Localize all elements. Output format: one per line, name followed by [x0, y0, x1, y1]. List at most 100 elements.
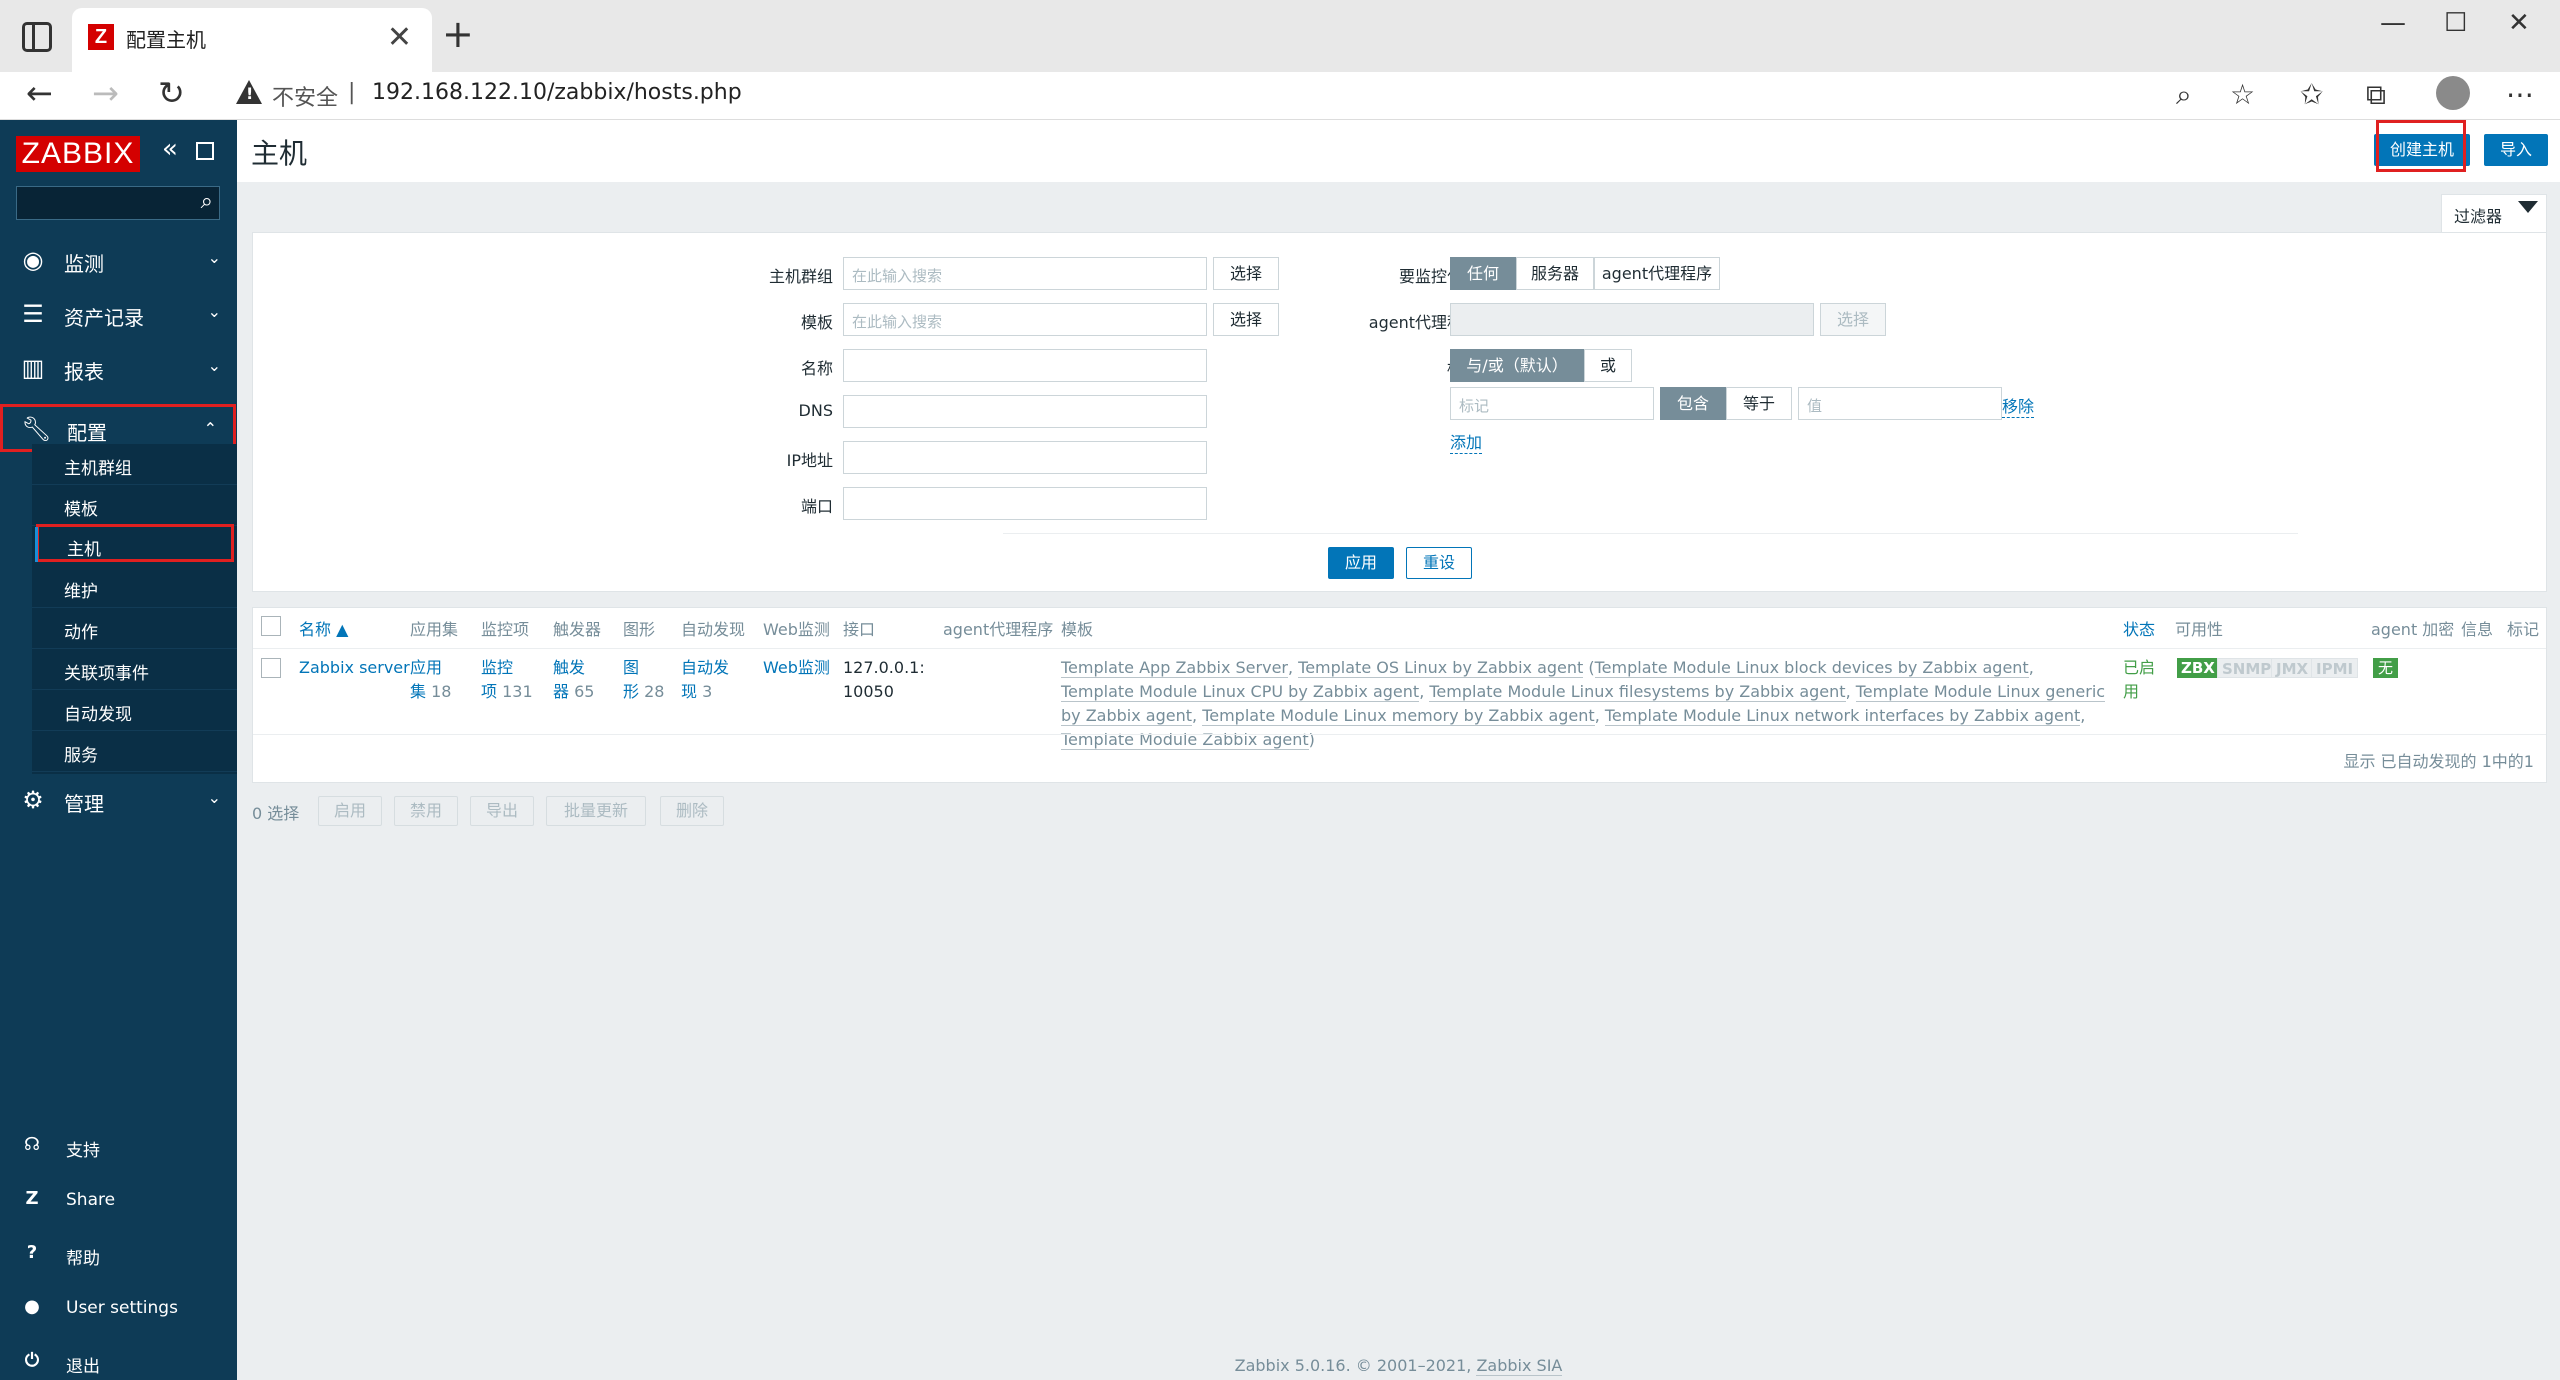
menu-inventory[interactable]: ☰ 资产记录 ⌄	[0, 288, 237, 340]
monitored-by-proxy[interactable]: agent代理程序	[1594, 257, 1720, 290]
back-icon[interactable]: ←	[26, 74, 53, 112]
favorite-add-icon[interactable]: ☆	[2230, 78, 2255, 111]
favorites-icon[interactable]: ✩	[2300, 78, 2323, 111]
graphs-link-text: 图	[623, 658, 640, 677]
menu-user-settings[interactable]: ● User settings	[0, 1282, 237, 1334]
warning-icon[interactable]	[236, 80, 262, 104]
template-link[interactable]: Template Module Linux block devices by Z…	[1594, 658, 2029, 678]
collections-icon[interactable]: ⧉	[2366, 78, 2386, 112]
select-all-checkbox[interactable]	[261, 616, 281, 636]
apply-button[interactable]: 应用	[1328, 547, 1394, 579]
footer-link[interactable]: Zabbix SIA	[1476, 1356, 1563, 1376]
col-items: 监控项	[481, 620, 530, 639]
port-label: 端口	[800, 497, 833, 516]
menu-monitoring[interactable]: ◉ 监测 ⌄	[0, 234, 237, 286]
graphs-link[interactable]: 图 形 28	[623, 656, 664, 704]
tag-value-input[interactable]: 值	[1798, 387, 2002, 420]
discovery-link[interactable]: 自动发 现 3	[681, 656, 729, 704]
submenu-services[interactable]: 服务	[32, 731, 237, 772]
reset-button[interactable]: 重设	[1406, 547, 1472, 579]
col-name[interactable]: 名称 ▲	[299, 616, 348, 640]
zabbix-favicon-icon: Z	[88, 24, 114, 50]
templates-input[interactable]: 在此输入搜索	[843, 303, 1207, 336]
tag-mode-and-or[interactable]: 与/或（默认）	[1450, 349, 1584, 382]
menu-sign-out[interactable]: ⏻ 退出	[0, 1336, 237, 1380]
tag-mode-or[interactable]: 或	[1584, 349, 1632, 382]
tag-remove-link[interactable]: 移除	[2002, 393, 2035, 418]
submenu-actions[interactable]: 动作	[32, 608, 237, 649]
web-link[interactable]: Web监测	[763, 656, 830, 680]
kiosk-mode-icon[interactable]	[196, 142, 214, 160]
applications-link[interactable]: 应用 集 18	[410, 656, 451, 704]
more-icon[interactable]: ⋯	[2506, 78, 2534, 111]
window-close-icon[interactable]: ✕	[2508, 8, 2530, 38]
mass-enable-button: 启用	[318, 796, 382, 826]
template-link[interactable]: Template OS Linux by Zabbix agent	[1298, 658, 1584, 678]
host-groups-label: 主机群组	[768, 267, 833, 286]
window-minimize-icon[interactable]: —	[2380, 8, 2406, 38]
collapse-sidebar-icon[interactable]: «	[162, 134, 178, 164]
template-link[interactable]: Template Module Linux memory by Zabbix a…	[1202, 706, 1595, 726]
template-link[interactable]: Template Module Linux CPU by Zabbix agen…	[1061, 682, 1420, 702]
browser-tabbar: Z 配置主机 ✕ + — ☐ ✕	[0, 0, 2560, 72]
menu-label: 管理	[64, 792, 104, 816]
submenu-discovery[interactable]: 自动发现	[32, 690, 237, 731]
menu-label: 监测	[64, 252, 104, 276]
browser-tab-active[interactable]: Z 配置主机 ✕	[72, 8, 432, 72]
template-link[interactable]: Template Module Linux filesystems by Zab…	[1429, 682, 1846, 702]
menu-help[interactable]: ? 帮助	[0, 1228, 237, 1280]
search-icon[interactable]: ⌕	[201, 189, 213, 214]
monitored-by-server[interactable]: 服务器	[1516, 257, 1594, 290]
tab-actions-icon[interactable]	[22, 22, 52, 52]
profile-avatar[interactable]	[2436, 76, 2470, 110]
submenu-host-groups[interactable]: 主机群组	[32, 444, 237, 485]
header-divider	[253, 648, 2546, 649]
zoom-icon[interactable]: ⌕	[2176, 78, 2192, 112]
dns-input[interactable]	[843, 395, 1207, 428]
triggers-link[interactable]: 触发 器 65	[553, 656, 594, 704]
sidebar-search-input[interactable]: ⌕	[16, 186, 220, 220]
filter-tab[interactable]: 过滤器	[2441, 194, 2547, 232]
name-input[interactable]	[843, 349, 1207, 382]
template-link[interactable]: Template App Zabbix Server	[1061, 658, 1288, 678]
tag-add-link[interactable]: 添加	[1450, 429, 1483, 454]
tag-op-contains[interactable]: 包含	[1660, 387, 1726, 420]
status-link[interactable]: 已启 用	[2123, 656, 2155, 704]
templates-select-button[interactable]: 选择	[1213, 303, 1279, 336]
tag-name-input[interactable]: 标记	[1450, 387, 1654, 420]
host-groups-input[interactable]: 在此输入搜索	[843, 257, 1207, 290]
insecure-label[interactable]: 不安全	[272, 80, 338, 112]
submenu-event-correlation[interactable]: 关联项事件	[32, 649, 237, 690]
availability-snmp-badge: SNMP	[2217, 658, 2277, 678]
mass-disable-button: 禁用	[394, 796, 458, 826]
reload-icon[interactable]: ↻	[158, 74, 185, 112]
chevron-up-icon: ⌃	[203, 419, 217, 438]
zabbix-logo[interactable]: ZABBIX	[16, 136, 140, 172]
submenu-maintenance[interactable]: 维护	[32, 567, 237, 608]
template-link[interactable]: Template Module Linux network interfaces…	[1604, 706, 2081, 726]
graphs-link-text: 形	[623, 682, 640, 701]
import-button[interactable]: 导入	[2484, 134, 2548, 166]
tag-op-equals[interactable]: 等于	[1726, 387, 1792, 420]
ip-input[interactable]	[843, 441, 1207, 474]
submenu-hosts[interactable]: 主机	[35, 524, 234, 562]
items-link[interactable]: 监控 项 131	[481, 656, 533, 704]
tab-close-icon[interactable]: ✕	[387, 20, 412, 55]
monitored-by-any[interactable]: 任何	[1450, 257, 1516, 290]
help-icon: ?	[26, 1242, 38, 1263]
row-checkbox[interactable]	[261, 658, 281, 678]
forward-icon[interactable]: →	[92, 74, 119, 112]
template-link[interactable]: Template Module Zabbix agent	[1061, 730, 1309, 750]
host-name-link[interactable]: Zabbix server	[299, 656, 410, 680]
submenu-templates[interactable]: 模板	[32, 485, 237, 526]
window-maximize-icon[interactable]: ☐	[2444, 8, 2467, 38]
menu-support[interactable]: ☊ 支持	[0, 1120, 237, 1172]
new-tab-button[interactable]: +	[442, 12, 474, 56]
port-input[interactable]	[843, 487, 1207, 520]
menu-share[interactable]: Z Share	[0, 1174, 237, 1226]
menu-administration[interactable]: ⚙ 管理 ⌄	[0, 774, 237, 826]
menu-reports[interactable]: ▥ 报表 ⌄	[0, 342, 237, 394]
url-input[interactable]: 192.168.122.10/zabbix/hosts.php	[372, 80, 742, 105]
col-status[interactable]: 状态	[2123, 616, 2155, 640]
host-groups-select-button[interactable]: 选择	[1213, 257, 1279, 290]
